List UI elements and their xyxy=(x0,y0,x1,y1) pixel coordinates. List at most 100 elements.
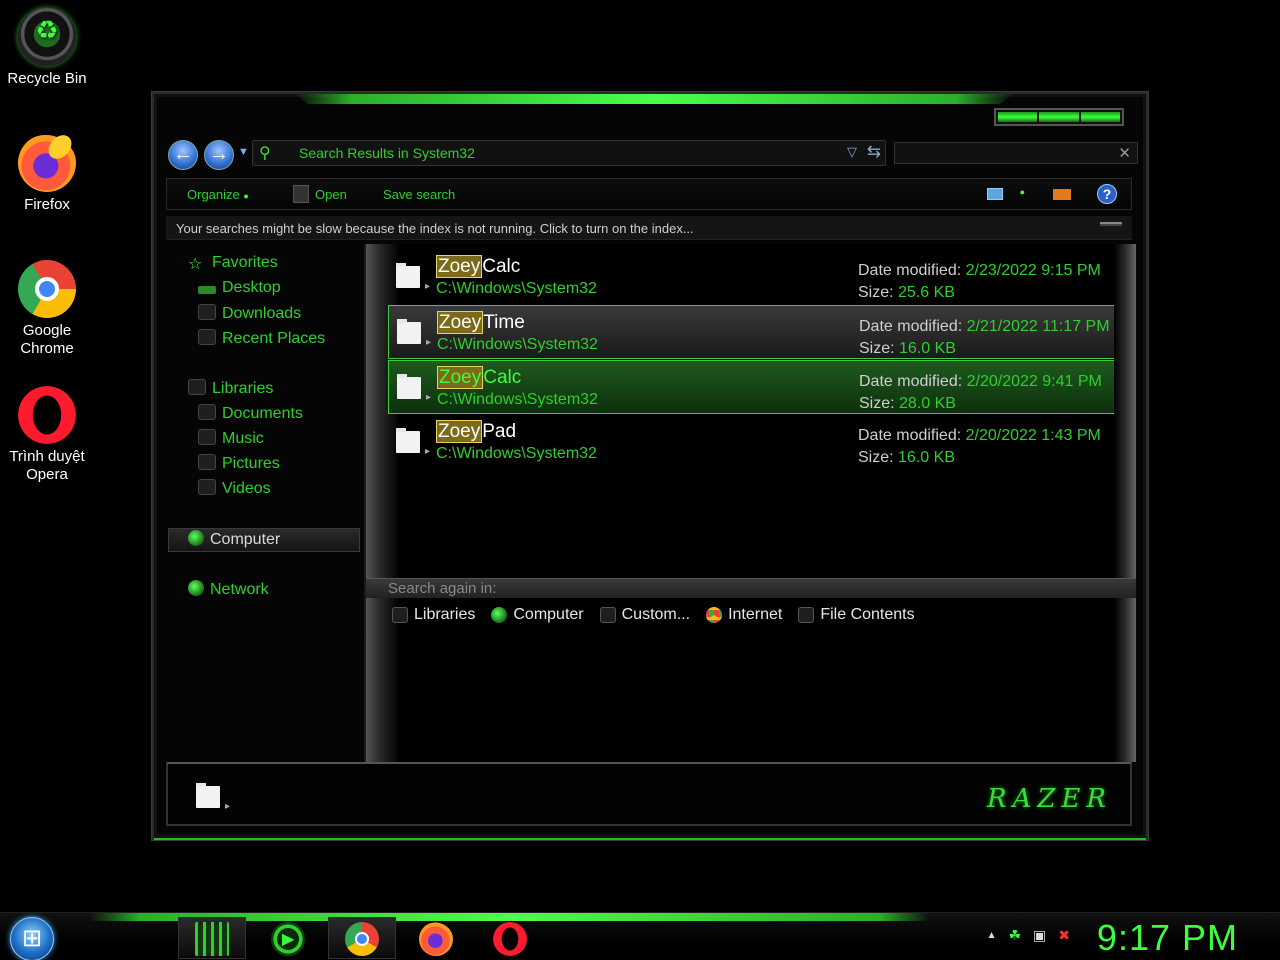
nav-item-recent-places[interactable]: Recent Places xyxy=(198,329,325,348)
list-item[interactable]: ZoeyTime C:\Windows\System32 Date modifi… xyxy=(388,305,1136,359)
desktop-icon-label: Trình duyệt Opera xyxy=(9,448,85,483)
taskbar-explorer[interactable] xyxy=(178,917,246,959)
date-label: Date modified: xyxy=(858,262,962,279)
dropdown-dot-icon: ● xyxy=(243,191,249,201)
nav-label: Desktop xyxy=(222,279,281,296)
show-hidden-icons-icon[interactable]: ▲ xyxy=(987,930,997,941)
start-button[interactable] xyxy=(10,917,54,960)
info-bar-text: Your searches might be slow because the … xyxy=(176,221,694,236)
date-modified: Date modified: 2/21/2022 11:17 PM xyxy=(859,318,1110,336)
nav-label: Videos xyxy=(222,480,271,497)
open-icon xyxy=(293,185,309,203)
media-player-icon xyxy=(271,922,305,956)
clear-search-icon[interactable]: ✕ xyxy=(1118,144,1131,162)
nav-item-videos[interactable]: Videos xyxy=(198,479,271,498)
name-match-highlight: Zoey xyxy=(437,366,484,389)
minimize-button[interactable] xyxy=(998,112,1038,122)
close-button[interactable] xyxy=(1080,112,1120,122)
nav-item-favorites[interactable]: Favorites xyxy=(188,254,278,272)
preview-pane-icon[interactable] xyxy=(1053,189,1071,200)
taskbar: ▲ ☘ ▣ ✖ 9:17 PM xyxy=(0,912,1280,960)
date-value: 2/20/2022 1:43 PM xyxy=(965,427,1101,444)
nav-item-desktop[interactable]: Desktop xyxy=(198,279,281,297)
organize-button[interactable]: Organize ● xyxy=(187,187,249,202)
navigation-bar: ← → ▼ ⚲ Search Results in System32 ▽ ⇆ ✕ xyxy=(166,138,1138,170)
date-modified: Date modified: 2/20/2022 1:43 PM xyxy=(858,427,1101,445)
refresh-icon[interactable]: ⇆ xyxy=(867,142,881,162)
chrome-icon xyxy=(18,260,76,318)
search-again-internet[interactable]: Internet xyxy=(706,606,782,624)
music-icon xyxy=(198,429,216,445)
nav-label: Favorites xyxy=(212,254,278,271)
nav-label: Downloads xyxy=(222,305,302,322)
clock[interactable]: 9:17 PM xyxy=(1097,917,1238,959)
nav-item-libraries[interactable]: Libraries xyxy=(188,379,273,398)
search-input[interactable]: ✕ xyxy=(894,142,1138,164)
list-item-selected[interactable]: ZoeyCalc C:\Windows\System32 Date modifi… xyxy=(388,360,1136,414)
explorer-icon xyxy=(195,922,229,956)
file-name: Zoey Calc xyxy=(436,255,520,278)
change-view-icon[interactable] xyxy=(987,188,1003,200)
nav-item-pictures[interactable]: Pictures xyxy=(198,454,280,473)
search-again-header: Search again in: xyxy=(366,578,1136,598)
nav-item-documents[interactable]: Documents xyxy=(198,404,303,423)
search-again-libraries[interactable]: Libraries xyxy=(392,606,475,624)
opera-icon xyxy=(18,386,76,444)
command-bar: Organize ● Open Save search ● ? xyxy=(166,178,1132,210)
network-icon[interactable]: ▣ xyxy=(1033,927,1046,944)
search-icon: ⚲ xyxy=(259,145,271,162)
chrome-icon xyxy=(345,922,379,956)
volume-muted-icon[interactable]: ✖ xyxy=(1058,927,1070,944)
date-label: Date modified: xyxy=(859,318,963,335)
view-options-dot-icon[interactable]: ● xyxy=(1020,187,1025,197)
open-button[interactable]: Open xyxy=(315,187,347,202)
name-match-highlight: Zoey xyxy=(436,420,483,443)
help-icon[interactable]: ? xyxy=(1097,184,1117,204)
desktop-icon-opera[interactable]: Trình duyệt Opera xyxy=(0,386,94,484)
file-path: C:\Windows\System32 xyxy=(436,280,597,297)
custom-folder-icon xyxy=(599,607,616,623)
details-pane: RAZER xyxy=(166,762,1132,826)
documents-icon xyxy=(198,404,216,420)
taskbar-firefox[interactable] xyxy=(402,917,470,959)
window-controls xyxy=(994,108,1124,126)
nav-item-music[interactable]: Music xyxy=(198,429,264,448)
taskbar-media-player[interactable] xyxy=(254,917,322,959)
maximize-button[interactable] xyxy=(1039,112,1079,122)
back-button[interactable]: ← xyxy=(168,140,198,170)
nav-label: Network xyxy=(210,581,269,598)
nav-item-downloads[interactable]: Downloads xyxy=(198,304,301,323)
forward-button[interactable]: → xyxy=(204,140,234,170)
info-bar-close-icon[interactable] xyxy=(1100,222,1122,226)
libraries-icon xyxy=(392,607,408,623)
nav-item-computer[interactable]: Computer xyxy=(188,530,280,549)
list-item[interactable]: ZoeyPad C:\Windows\System32 Date modifie… xyxy=(388,415,1136,469)
desktop-icon xyxy=(198,286,216,294)
razer-tray-icon[interactable]: ☘ xyxy=(1008,927,1021,944)
search-again-custom[interactable]: Custom... xyxy=(599,606,690,624)
desktop-icon-label: Firefox xyxy=(24,196,70,213)
search-again-computer[interactable]: Computer xyxy=(491,606,584,624)
index-info-bar[interactable]: Your searches might be slow because the … xyxy=(166,216,1132,240)
firefox-icon xyxy=(18,134,76,192)
size-value: 16.0 KB xyxy=(898,449,955,466)
desktop-icon-firefox[interactable]: Firefox xyxy=(0,134,94,214)
arrow-left-icon: ← xyxy=(173,143,193,165)
desktop-icon-chrome[interactable]: Google Chrome xyxy=(0,260,94,358)
taskbar-opera[interactable] xyxy=(476,917,544,959)
file-path: C:\Windows\System32 xyxy=(437,336,598,353)
file-path: C:\Windows\System32 xyxy=(436,445,597,462)
file-path: C:\Windows\System32 xyxy=(437,391,598,408)
list-item[interactable]: ZoeyCalc C:\Windows\System32 Date modifi… xyxy=(388,250,1136,304)
file-name: Zoey Calc xyxy=(437,366,521,389)
chevron-down-icon[interactable]: ▽ xyxy=(847,144,857,160)
date-label: Date modified: xyxy=(859,373,963,390)
desktop-icon-recycle-bin[interactable]: Recycle Bin xyxy=(0,8,94,88)
nav-item-network[interactable]: Network xyxy=(188,580,269,599)
recent-pages-dropdown[interactable]: ▼ xyxy=(238,146,249,158)
address-bar[interactable]: ⚲ Search Results in System32 ▽ ⇆ xyxy=(252,140,886,166)
taskbar-chrome[interactable] xyxy=(328,917,396,959)
save-search-button[interactable]: Save search xyxy=(383,187,455,202)
date-value: 2/21/2022 11:17 PM xyxy=(966,318,1110,335)
search-again-file-contents[interactable]: File Contents xyxy=(798,606,915,624)
